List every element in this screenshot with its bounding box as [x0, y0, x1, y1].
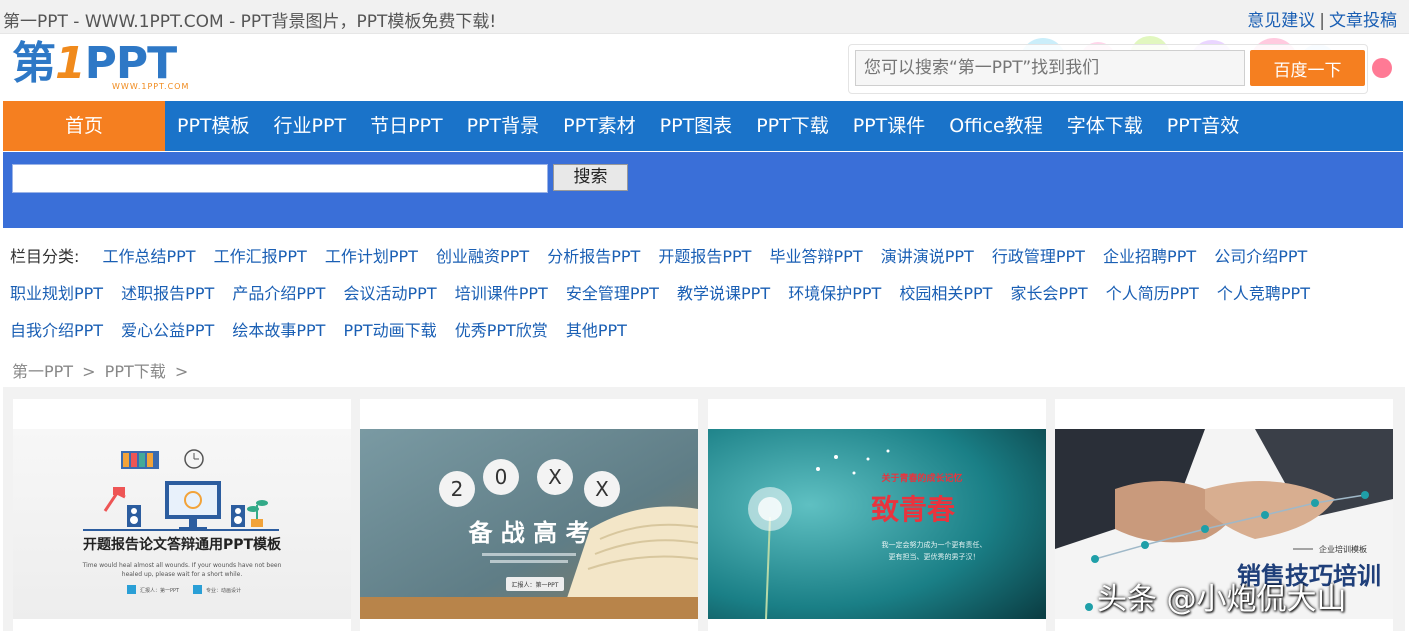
category-link[interactable]: 环境保护PPT [788, 284, 881, 303]
category-link[interactable]: 个人简历PPT [1106, 284, 1199, 303]
site-search-input[interactable] [12, 164, 548, 193]
template-card[interactable]: 关于青春的成长记忆 致青春 我一定会努力成为一个更有责任、 更有担当、更优秀的男… [708, 399, 1046, 631]
category-link[interactable]: 自我介绍PPT [10, 321, 103, 340]
card-3-title: 致青春 [871, 493, 955, 526]
card-2-reporter: 汇报人：第一PPT [512, 581, 559, 589]
card-4-kicker: 企业培训模板 [1319, 544, 1367, 554]
deco-bubble [1372, 58, 1392, 78]
category-link[interactable]: 工作汇报PPT [214, 247, 307, 266]
category-link[interactable]: 教学说课PPT [677, 284, 770, 303]
card-1-reporter: 汇报人：第一PPT [140, 587, 180, 594]
nav-item-ppt-download[interactable]: PPT下载 [744, 101, 841, 151]
nav-item-ppt-backgrounds[interactable]: PPT背景 [455, 101, 552, 151]
card-1-title: 开题报告论文答辩通用PPT模板 [83, 536, 282, 553]
template-thumbnail[interactable]: 开题报告论文答辩通用PPT模板 Time would heal almost a… [13, 429, 351, 619]
header: 第1PPT WWW.1PPT.COM 百度一下 [0, 34, 1409, 100]
category-link[interactable]: 工作总结PPT [103, 247, 196, 266]
watermark-text: 头条 @小炮侃大山 [1097, 582, 1347, 617]
template-card[interactable]: 开题报告论文答辩通用PPT模板 Time would heal almost a… [13, 399, 351, 631]
category-link[interactable]: 绘本故事PPT [232, 321, 325, 340]
category-link[interactable]: PPT动画下载 [344, 321, 437, 340]
category-row: 职业规划PPT 述职报告PPT 产品介绍PPT 会议活动PPT 培训课件PPT … [10, 275, 1405, 312]
baidu-search-input[interactable] [855, 50, 1245, 86]
category-link[interactable]: 行政管理PPT [992, 247, 1085, 266]
category-link[interactable]: 其他PPT [566, 321, 627, 340]
category-link[interactable]: 分析报告PPT [547, 247, 640, 266]
template-card[interactable]: 2 0 X X 备 战 高 考 汇报人：第一PPT [360, 399, 698, 631]
card-1-subtitle-2: healed up, please wait for a short while… [122, 571, 243, 578]
category-link[interactable]: 校园相关PPT [899, 284, 992, 303]
category-link[interactable]: 安全管理PPT [566, 284, 659, 303]
nav-item-ppt-courseware[interactable]: PPT课件 [841, 101, 938, 151]
card-3-line-2: 更有担当、更优秀的男子汉！ [889, 552, 980, 561]
logo-domain: WWW.1PPT.COM [112, 82, 190, 91]
card-1-major: 专业：动画设计 [206, 587, 241, 594]
main-nav: 首页 PPT模板 行业PPT 节日PPT PPT背景 PPT素材 PPT图表 P… [3, 101, 1403, 151]
card-3-line-1: 我一定会努力成为一个更有责任、 [882, 540, 987, 549]
site-search-strip: 搜索 [3, 152, 1403, 228]
top-bar: 第一PPT - WWW.1PPT.COM - PPT背景图片，PPT模板免费下载… [0, 0, 1409, 34]
category-link[interactable]: 家长会PPT [1011, 284, 1088, 303]
thumbnail-graphic: 开题报告论文答辩通用PPT模板 Time would heal almost a… [13, 429, 351, 619]
nav-item-font-download[interactable]: 字体下载 [1055, 101, 1155, 151]
card-3-kicker: 关于青春的成长记忆 [881, 472, 962, 484]
nav-item-ppt-materials[interactable]: PPT素材 [551, 101, 648, 151]
template-thumbnail[interactable]: 关于青春的成长记忆 致青春 我一定会努力成为一个更有责任、 更有担当、更优秀的男… [708, 429, 1046, 619]
site-logo[interactable]: 第1PPT WWW.1PPT.COM [12, 42, 222, 94]
breadcrumb: 第一PPT > PPT下载 > [12, 358, 192, 382]
nav-item-ppt-charts[interactable]: PPT图表 [648, 101, 745, 151]
top-link-separator: | [1319, 11, 1325, 31]
logo-char-2: 1 [55, 38, 86, 89]
nav-item-office-tutorial[interactable]: Office教程 [937, 101, 1054, 151]
category-list: 栏目分类: 工作总结PPT 工作汇报PPT 工作计划PPT 创业融资PPT 分析… [10, 238, 1405, 349]
nav-item-home[interactable]: 首页 [3, 101, 165, 151]
submit-article-link[interactable]: 文章投稿 [1329, 11, 1397, 31]
nav-item-holiday-ppt[interactable]: 节日PPT [358, 101, 455, 151]
category-link[interactable]: 产品介绍PPT [232, 284, 325, 303]
category-link[interactable]: 培训课件PPT [455, 284, 548, 303]
breadcrumb-home[interactable]: 第一PPT [12, 362, 73, 381]
category-link[interactable]: 公司介绍PPT [1214, 247, 1307, 266]
breadcrumb-separator: > [174, 362, 189, 381]
category-row: 栏目分类: 工作总结PPT 工作汇报PPT 工作计划PPT 创业融资PPT 分析… [10, 238, 1405, 275]
card-2-digit: X [595, 477, 609, 501]
breadcrumb-separator: > [82, 362, 96, 381]
category-link[interactable]: 毕业答辩PPT [770, 247, 863, 266]
baidu-search-button[interactable]: 百度一下 [1250, 50, 1365, 86]
category-link[interactable]: 述职报告PPT [121, 284, 214, 303]
category-link[interactable]: 创业融资PPT [436, 247, 529, 266]
category-link[interactable]: 会议活动PPT [344, 284, 437, 303]
category-link[interactable]: 职业规划PPT [10, 284, 103, 303]
card-2-digit: 2 [451, 477, 464, 501]
card-1-subtitle-1: Time would heal almost all wounds. If yo… [82, 562, 282, 569]
logo-char-1: 第 [12, 38, 56, 89]
category-row: 自我介绍PPT 爱心公益PPT 绘本故事PPT PPT动画下载 优秀PPT欣赏 … [10, 312, 1405, 349]
nav-item-ppt-templates[interactable]: PPT模板 [165, 101, 262, 151]
card-2-digit: 0 [495, 465, 508, 489]
card-2-title: 备 战 高 考 [467, 519, 589, 547]
category-link[interactable]: 爱心公益PPT [121, 321, 214, 340]
category-link[interactable]: 个人竞聘PPT [1217, 284, 1310, 303]
breadcrumb-section[interactable]: PPT下载 [105, 362, 166, 381]
category-link[interactable]: 企业招聘PPT [1103, 247, 1196, 266]
category-link[interactable]: 优秀PPT欣赏 [455, 321, 548, 340]
nav-item-ppt-sound[interactable]: PPT音效 [1155, 101, 1252, 151]
category-link[interactable]: 演讲演说PPT [881, 247, 974, 266]
nav-item-industry-ppt[interactable]: 行业PPT [262, 101, 359, 151]
site-title: 第一PPT - WWW.1PPT.COM - PPT背景图片，PPT模板免费下载… [3, 12, 497, 32]
category-link[interactable]: 开题报告PPT [658, 247, 751, 266]
card-2-digit: X [548, 465, 562, 489]
category-label: 栏目分类: [10, 247, 80, 266]
template-thumbnail[interactable]: 2 0 X X 备 战 高 考 汇报人：第一PPT [360, 429, 698, 619]
site-search-button[interactable]: 搜索 [553, 164, 628, 191]
feedback-link[interactable]: 意见建议 [1247, 11, 1315, 31]
thumbnail-graphic: 关于青春的成长记忆 致青春 我一定会努力成为一个更有责任、 更有担当、更优秀的男… [708, 429, 1046, 619]
thumbnail-graphic: 2 0 X X 备 战 高 考 汇报人：第一PPT [360, 429, 698, 619]
top-links: 意见建议 | 文章投稿 [1247, 6, 1397, 31]
category-link[interactable]: 工作计划PPT [325, 247, 418, 266]
